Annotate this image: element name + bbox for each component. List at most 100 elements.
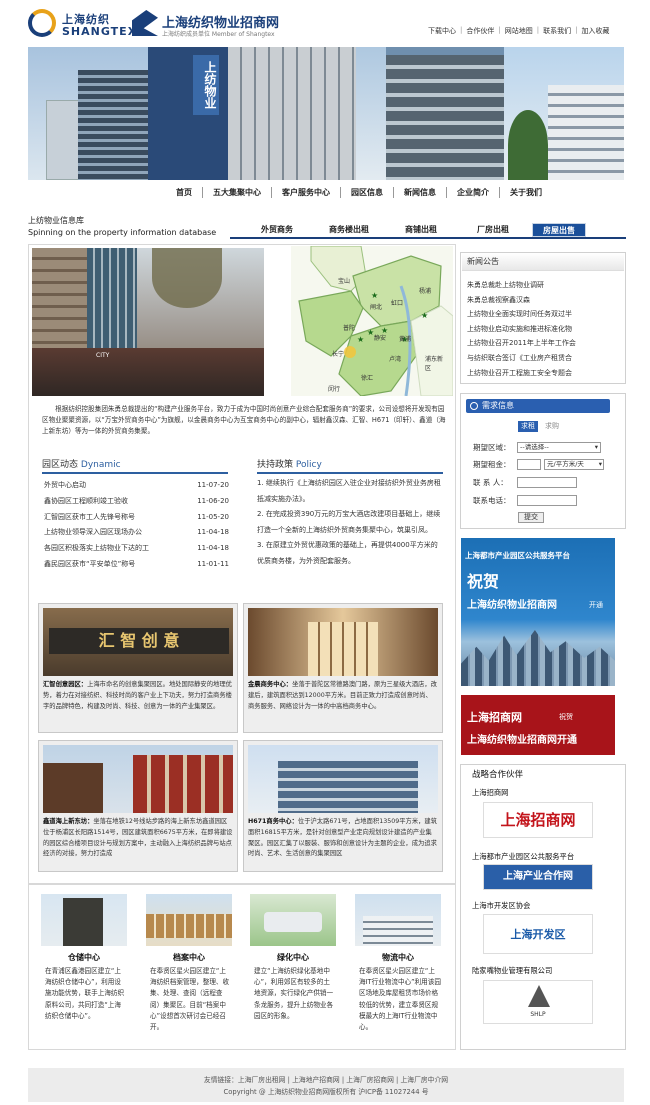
contact-label: 联 系 人： bbox=[473, 478, 508, 487]
rent-unit-select[interactable]: 元/平方米/天 ▾ bbox=[544, 459, 604, 470]
rent-row: 期望租金： 元/平方米/天 ▾ bbox=[473, 459, 604, 470]
policy-title: 扶持政策 bbox=[257, 460, 294, 470]
news-item[interactable]: 与纺织联合签订《工业房产租赁合 bbox=[467, 351, 625, 366]
download-center-link[interactable]: 下载中心 bbox=[428, 26, 456, 36]
svg-text:★: ★ bbox=[357, 335, 364, 344]
policy-item: 2. 在完成投资390万元的万宝大酒店改建项目基础上，继续打造一个全新的上海纺织… bbox=[257, 510, 441, 534]
phone-label: 联系电话： bbox=[473, 496, 511, 505]
map-label-jingan: 静安 bbox=[374, 335, 387, 342]
footer: 友情链接：上海厂房出租网 | 上海地产招商网 | 上海厂房招商网 | 上海厂房中… bbox=[28, 1068, 624, 1102]
lujiazui-mark-icon bbox=[528, 985, 550, 1007]
policy-item: 1. 继续执行《上海纺织园区入驻企业对接纺织外贸业务房租抵减实施办法》。 bbox=[257, 479, 441, 503]
map-label-huangpu: 黄浦 bbox=[399, 336, 412, 343]
center-archive[interactable]: 档案中心 在奉贤区星火园区建立“上海纺织档案管理，整理、收集、处理、查阅（远程查… bbox=[146, 894, 232, 1033]
logo-text-en: SHANGTEX bbox=[62, 25, 138, 38]
area-select[interactable]: --请选择-- ▾ bbox=[517, 442, 601, 453]
tab-seek-rent[interactable]: 求租 bbox=[518, 421, 538, 432]
dynamic-item[interactable]: 鑫协园区工程顺利竣工验收 11-06-20 bbox=[44, 494, 229, 510]
site-logo-icon bbox=[132, 10, 158, 36]
map-label-changning: 长宁 bbox=[332, 351, 345, 358]
policy-item: 3. 在原建立外贸优惠政策的基础上，再提供4000平方米的优质商务楼，为外资配套… bbox=[257, 541, 438, 565]
property-tabs: 外贸商务 商务楼出租 商铺出租 厂房出租 房屋出售 bbox=[230, 223, 626, 239]
contact-us-link[interactable]: 联系我们 bbox=[543, 26, 571, 36]
partner-logo-kaifaqu[interactable]: 上海开发区 bbox=[483, 914, 593, 954]
phone-input[interactable] bbox=[517, 495, 577, 506]
tab-office-rent[interactable]: 商务楼出租 bbox=[316, 223, 382, 237]
platform-banner-ad[interactable]: 上海都市产业园区公共服务平台 祝贺 上海纺织物业招商网 开通 bbox=[461, 538, 615, 686]
partner-logo-lujiazui[interactable]: SHLP bbox=[483, 980, 593, 1024]
dynamic-item[interactable]: 各园区积极落实上纺物业下达的工 11-04-18 bbox=[44, 541, 229, 557]
news-item[interactable]: 上纺物业全面实现时间任务双过半 bbox=[467, 307, 625, 322]
map-label-xuhui: 徐汇 bbox=[361, 375, 374, 382]
nav-park-info[interactable]: 园区信息 bbox=[340, 187, 393, 198]
partners-link[interactable]: 合作伙伴 bbox=[466, 26, 494, 36]
add-favorite-link[interactable]: 加入收藏 bbox=[581, 26, 609, 36]
dynamic-item[interactable]: 汇智园区获市工人先锋号称号 11-05-20 bbox=[44, 510, 229, 526]
nav-five-centers[interactable]: 五大集聚中心 bbox=[202, 187, 271, 198]
nav-company-intro[interactable]: 企业简介 bbox=[446, 187, 499, 198]
zhaoshang-banner-ad[interactable]: 上海招商网 祝贺 上海纺织物业招商网开通 bbox=[461, 695, 615, 755]
shangtex-logo-icon[interactable] bbox=[28, 9, 56, 37]
chevron-down-icon: ▾ bbox=[598, 460, 602, 468]
jinchen-photo bbox=[248, 608, 438, 676]
dynamic-item[interactable]: 上纺物业领导深入园区现场办公 11-04-18 bbox=[44, 525, 229, 541]
map-label-baoshan: 宝山 bbox=[338, 278, 351, 285]
partner-label: 上海招商网 bbox=[472, 788, 509, 797]
rent-label: 期望租金： bbox=[473, 460, 511, 469]
main-nav: 首页 五大集聚中心 客户服务中心 园区信息 新闻信息 企业简介 关于我们 bbox=[166, 187, 552, 198]
huizhi-photo: 汇 智 创 意 bbox=[43, 608, 233, 676]
nav-about-us[interactable]: 关于我们 bbox=[499, 187, 552, 198]
park-card-xindao[interactable]: 鑫道海上新东坊：坐落在地铁12号线站步路的海上新东坊鑫道园区位于杨浦区长阳路15… bbox=[38, 740, 238, 872]
news-item[interactable]: 上纺物业召开2011年上半年工作会 bbox=[467, 336, 625, 351]
nav-home[interactable]: 首页 bbox=[166, 187, 202, 198]
policy-title-en: Policy bbox=[295, 460, 322, 470]
dynamic-list: 外贸中心启动 11-07-20 鑫协园区工程顺利竣工验收 11-06-20 汇智园区… bbox=[44, 478, 229, 573]
news-item[interactable]: 上纺物业启动实施和推进标准化物 bbox=[467, 322, 625, 337]
dynamic-item[interactable]: 鑫民园区获市“平安单位”称号 11-01-11 bbox=[44, 557, 229, 573]
tab-seek-buy[interactable]: 求购 bbox=[542, 421, 562, 432]
partner-logo-chanye[interactable]: 上海产业合作网 bbox=[483, 864, 593, 890]
map-label-luwan: 卢湾 bbox=[389, 356, 402, 363]
street-sign: CITY bbox=[96, 352, 110, 359]
district-map[interactable]: ★ ★ ★ ★ ★ ★ 宝山 虹口 杨浦 闸北 普陀 静安 长宁 黄浦 卢湾 徐… bbox=[291, 246, 453, 396]
center-storage[interactable]: 仓储中心 在青浦区鑫港园区建立“上海纺织仓储中心”，利用设施功能优势，联手上海纺… bbox=[41, 894, 127, 1022]
news-item[interactable]: 上纺物业召开工程施工安全专题会 bbox=[467, 366, 625, 381]
partner-logo-zhaoshang[interactable]: 上海招商网 bbox=[483, 802, 593, 838]
dynamic-title-en: Dynamic bbox=[80, 460, 121, 470]
nav-customer-service[interactable]: 客户服务中心 bbox=[271, 187, 340, 198]
building-sign: 上纺物业 bbox=[193, 55, 219, 115]
map-label-yangpu: 杨浦 bbox=[419, 288, 432, 295]
svg-text:★: ★ bbox=[421, 311, 428, 320]
sitemap-link[interactable]: 网站地图 bbox=[505, 26, 533, 36]
nav-news[interactable]: 新闻信息 bbox=[393, 187, 446, 198]
header-banner: 上纺物业 bbox=[28, 47, 624, 180]
greening-photo bbox=[250, 894, 336, 946]
footer-copyright: Copyright @ 上海纺织物业招商网版权所有 沪ICP备 11027244… bbox=[223, 1088, 429, 1096]
news-header: 新闻公告 bbox=[462, 253, 624, 271]
phone-row: 联系电话： bbox=[473, 495, 577, 506]
demand-header: 需求信息 bbox=[466, 399, 610, 413]
map-label-putuo: 普陀 bbox=[343, 325, 356, 332]
tab-factory-rent[interactable]: 厂房出租 bbox=[460, 223, 526, 237]
center-greening[interactable]: 绿化中心 建立“上海纺织绿化基地中心”，利用郊区有较多的土地资源，实行绿化产供销… bbox=[250, 894, 336, 1022]
submit-button[interactable]: 提交 bbox=[518, 512, 544, 523]
park-card-huizhi[interactable]: 汇 智 创 意 汇智创意园区：上海市命名的创意集聚园区。地处国际静安的地理优势，… bbox=[38, 603, 238, 733]
partners-title: 战略合作伙伴 bbox=[472, 770, 524, 780]
news-item[interactable]: 朱勇总裁赴上纺物业调研 bbox=[467, 278, 625, 293]
dynamic-item[interactable]: 外贸中心启动 11-07-20 bbox=[44, 478, 229, 494]
contact-input[interactable] bbox=[517, 477, 577, 488]
news-item[interactable]: 朱勇总裁视察鑫汉森 bbox=[467, 293, 625, 308]
tab-house-sale[interactable]: 房屋出售 bbox=[532, 223, 586, 237]
park-card-jinchen[interactable]: 金晨商务中心：坐落于普陀区常德路澳门路，原为三星级大酒店，改建后，建筑面积达到1… bbox=[243, 603, 443, 733]
dynamic-title: 园区动态 bbox=[42, 460, 79, 470]
area-row: 期望区域： --请选择-- ▾ bbox=[473, 442, 601, 453]
tab-shop-rent[interactable]: 商铺出租 bbox=[388, 223, 454, 237]
center-logistics[interactable]: 物流中心 在奉贤区星火园区建立“上海IT行业物流中心”利用该园区场地及库屋租赁市… bbox=[355, 894, 441, 1033]
tab-foreign-trade[interactable]: 外贸商务 bbox=[244, 223, 310, 237]
park-card-h671[interactable]: H671商务中心：位于沪太路671号，占地面积13509平方米，建筑面积1681… bbox=[243, 740, 443, 872]
rent-input[interactable] bbox=[517, 459, 541, 470]
svg-text:★: ★ bbox=[371, 291, 378, 300]
contact-row: 联 系 人： bbox=[473, 477, 577, 488]
footer-links[interactable]: 友情链接：上海厂房出租网 | 上海地产招商网 | 上海厂房招商网 | 上海厂房中… bbox=[28, 1074, 624, 1086]
policy-header: 扶持政策 Policy bbox=[257, 457, 443, 474]
